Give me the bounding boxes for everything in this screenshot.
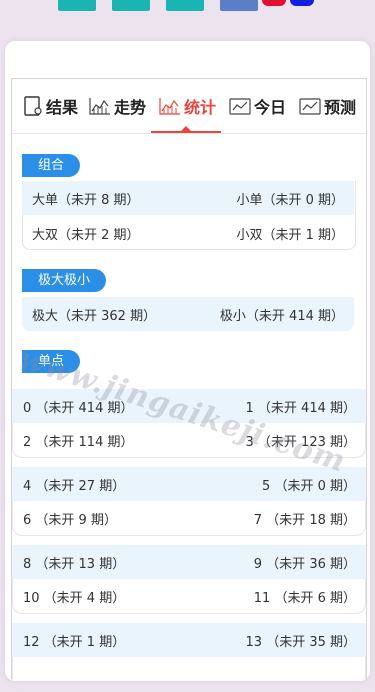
single-row: 12 （未开 1 期） 13 （未开 35 期） — [12, 623, 366, 657]
combo-row: 大单（未开 8 期） 小单（未开 0 期） — [22, 181, 354, 215]
tab-predict[interactable]: 预测 — [298, 94, 356, 118]
tab-stats-label: 统计 — [184, 98, 217, 117]
single-cell-left: 0 （未开 414 期） — [23, 400, 134, 416]
single-row: 0 （未开 414 期） 1 （未开 414 期） — [12, 389, 366, 423]
tab-stats[interactable]: 统计 — [158, 94, 216, 118]
section-title-single: 单点 — [22, 350, 81, 373]
blue-ball-icon — [290, 0, 314, 6]
single-cell-left: 2 （未开 114 期） — [23, 434, 134, 450]
tab-result[interactable]: 结果 — [22, 94, 78, 118]
top-button-3[interactable] — [166, 0, 204, 11]
combo-cell-right: 小双（未开 1 期） — [236, 227, 344, 243]
single-cell-left: 6 （未开 9 期） — [23, 512, 117, 528]
single-cell-right: 7 （未开 18 期） — [253, 512, 356, 528]
combo-cell-left: 大单（未开 8 期） — [32, 192, 140, 208]
combo-cell-left: 大双（未开 2 期） — [32, 227, 140, 243]
top-button-1[interactable] — [58, 0, 96, 11]
single-cell-right: 9 （未开 36 期） — [253, 556, 356, 572]
top-button-4[interactable] — [220, 0, 258, 11]
tab-today[interactable]: 今日 — [228, 94, 286, 118]
combo-row: 大双（未开 2 期） 小双（未开 1 期） — [22, 216, 354, 250]
single-cell-left: 10 （未开 4 期） — [23, 590, 126, 606]
single-cell-left: 12 （未开 1 期） — [23, 634, 126, 650]
top-button-2[interactable] — [112, 0, 150, 11]
single-cell-right: 1 （未开 414 期） — [245, 400, 356, 416]
single-row: 8 （未开 13 期） 9 （未开 36 期） — [12, 545, 366, 579]
tab-today-label: 今日 — [254, 98, 287, 117]
red-ball-icon — [262, 0, 286, 6]
single-row: 10 （未开 4 期） 11 （未开 6 期） — [12, 579, 366, 613]
tab-trend[interactable]: 走势 — [88, 94, 146, 118]
combo-cell-right: 小单（未开 0 期） — [236, 192, 344, 208]
single-row: 4 （未开 27 期） 5 （未开 0 期） — [12, 467, 366, 501]
single-cell-right: 5 （未开 0 期） — [262, 478, 356, 494]
single-cell-left: 8 （未开 13 期） — [23, 556, 126, 572]
tab-trend-label: 走势 — [114, 98, 147, 117]
stats-panel: 结果 走势 统计 今日 预测 组合 大单（未开 8 期） 小单（未开 0 期） … — [11, 78, 367, 692]
single-cell-right: 13 （未开 35 期） — [245, 634, 356, 650]
predict-chart-icon — [299, 98, 321, 115]
trend-chart-icon — [89, 98, 110, 115]
single-cell-right: 11 （未开 6 期） — [253, 590, 356, 606]
tab-predict-label: 预测 — [324, 98, 357, 117]
today-chart-icon — [229, 98, 251, 115]
tab-result-label: 结果 — [46, 98, 79, 117]
single-row: 6 （未开 9 期） 7 （未开 18 期） — [12, 501, 366, 535]
tab-bar: 结果 走势 统计 今日 预测 — [12, 79, 366, 134]
extreme-row: 极大（未开 362 期） 极小（未开 414 期） — [22, 297, 354, 331]
extreme-cell-right: 极小（未开 414 期） — [219, 308, 344, 324]
stats-chart-icon — [159, 98, 180, 115]
single-cell-right: 3 （未开 123 期） — [245, 434, 356, 450]
extreme-cell-left: 极大（未开 362 期） — [32, 308, 157, 324]
single-cell-left: 4 （未开 27 期） — [23, 478, 126, 494]
single-row: 2 （未开 114 期） 3 （未开 123 期） — [12, 423, 366, 457]
top-button-strip — [0, 0, 375, 12]
active-tab-underline — [151, 131, 221, 133]
section-title-extreme: 极大极小 — [22, 269, 107, 292]
result-doc-icon — [24, 96, 42, 116]
section-title-combo: 组合 — [22, 154, 81, 177]
